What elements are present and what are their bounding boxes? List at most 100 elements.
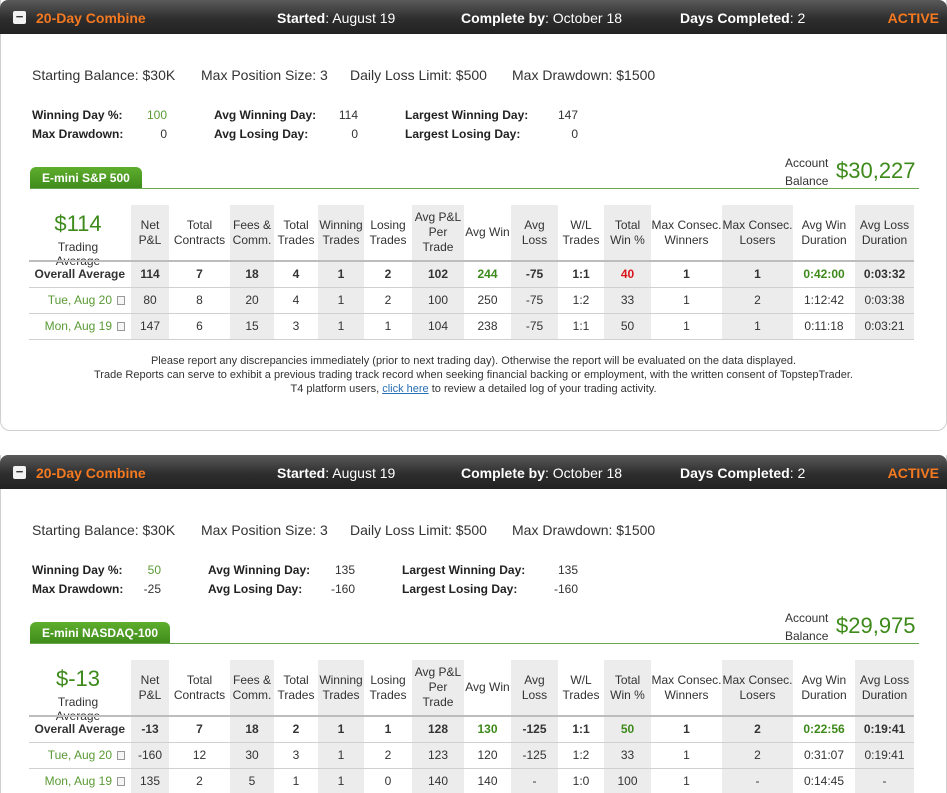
avg-losing-day-value: 0 [351, 127, 358, 141]
daily-loss-limit: Daily Loss Limit: $500 [350, 522, 487, 538]
combine-title: 20-Day Combine [36, 10, 146, 26]
table-cell: 3 [274, 312, 318, 340]
col-header: Max Consec. Losers [722, 660, 793, 716]
table-cell: 4 [274, 286, 318, 313]
largest-winning-day-value: 147 [557, 108, 578, 122]
table-cell: 1 [651, 286, 722, 313]
day-link[interactable]: Mon, Aug 19 [29, 767, 131, 793]
collapse-toggle-icon[interactable]: − [13, 10, 26, 24]
day-row[interactable]: Tue, Aug 20 80 8 20 4 1 2 100 250 -75 1:… [29, 286, 914, 313]
winning-day-pct-value: 100 [146, 108, 167, 122]
table-cell: 2 [364, 286, 412, 313]
day-link[interactable]: Tue, Aug 20 [29, 286, 131, 313]
max-position-size: Max Position Size: 3 [201, 67, 328, 83]
table-cell: 1 [318, 741, 364, 768]
largest-losing-day-label: Largest Losing Day: [402, 582, 518, 596]
table-cell: 128 [412, 715, 464, 742]
table-cell: 0:42:00 [793, 260, 855, 287]
note-icon[interactable] [117, 751, 125, 760]
table-cell: 8 [169, 286, 230, 313]
disclaimer-line: T4 platform users, click here to review … [290, 383, 657, 395]
col-header: Fees & Comm. [230, 205, 274, 261]
avg-losing-day-label: Avg Losing Day: [208, 582, 303, 596]
table-header-row: Net P&L Total Contracts Fees & Comm. Tot… [29, 660, 914, 716]
table-cell: -75 [511, 286, 558, 313]
table-cell: 18 [230, 260, 274, 287]
table-cell: 1 [651, 741, 722, 768]
table-cell: - [722, 767, 793, 793]
col-header: Total Trades [277, 217, 315, 247]
largest-winning-day-value: 135 [557, 563, 578, 577]
disclaimer: Please report any discrepancies immediat… [0, 354, 947, 396]
table-cell: 100 [412, 286, 464, 313]
largest-losing-day-value: -160 [553, 582, 578, 596]
avg-losing-day-value: -160 [330, 582, 355, 596]
account-balance-label: Account Balance [785, 156, 829, 188]
trade-log-link[interactable]: click here [382, 383, 428, 395]
day-link[interactable]: Tue, Aug 20 [29, 741, 131, 768]
col-header: Net P&L [131, 205, 169, 261]
col-header: Net P&L [131, 660, 169, 716]
col-header: Fees & Comm. [230, 660, 274, 716]
overall-average-row: Overall Average -13 7 18 2 1 1 128 130 -… [29, 715, 914, 742]
complete-by-info: Complete by: October 18 [461, 465, 623, 481]
col-header: W/L Trades [562, 217, 600, 247]
col-header: Max Consec. Winners [651, 217, 722, 247]
table-cell: 20 [230, 286, 274, 313]
starting-balance: Starting Balance: $30K [32, 67, 176, 83]
product-tab[interactable]: E-mini NASDAQ-100 [30, 622, 171, 644]
avg-winning-day-value: 135 [334, 563, 355, 577]
table-cell: 0:11:18 [793, 312, 855, 340]
col-header: Losing Trades [369, 672, 407, 702]
started-info: Started: August 19 [277, 465, 396, 481]
day-row[interactable]: Mon, Aug 19 147 6 15 3 1 1 104 238 -75 1… [29, 312, 914, 340]
days-completed-info: Days Completed: 2 [680, 465, 806, 481]
table-cell: 1:0 [558, 767, 604, 793]
table-cell: 2 [364, 260, 412, 287]
combine-header-1: − 20-Day Combine Started: August 19 Comp… [0, 0, 947, 34]
col-header: Avg Win Duration [801, 672, 847, 702]
largest-winning-day-label: Largest Winning Day: [405, 108, 529, 122]
table-cell: -75 [511, 260, 558, 287]
daily-loss-limit: Daily Loss Limit: $500 [350, 67, 487, 83]
col-header: Max Consec. Winners [651, 672, 722, 702]
table-cell: 2 [364, 741, 412, 768]
table-cell: 100 [604, 767, 651, 793]
note-icon[interactable] [117, 777, 125, 786]
days-completed-info: Days Completed: 2 [680, 10, 806, 26]
table-cell: 1 [318, 715, 364, 742]
day-row[interactable]: Mon, Aug 19 135 2 5 1 1 0 140 140 - 1:0 … [29, 767, 914, 793]
table-cell: -125 [511, 741, 558, 768]
collapse-toggle-icon[interactable]: − [13, 465, 26, 479]
day-row[interactable]: Tue, Aug 20 -160 12 30 3 1 2 123 120 -12… [29, 741, 914, 768]
avg-losing-day-label: Avg Losing Day: [214, 127, 309, 141]
col-header: Avg P&L Per Trade [412, 205, 464, 261]
largest-losing-day-label: Largest Losing Day: [405, 127, 521, 141]
table-cell: 0:03:38 [855, 286, 914, 313]
avg-winning-day-value: 114 [338, 108, 358, 122]
largest-winning-day-label: Largest Winning Day: [402, 563, 526, 577]
day-link[interactable]: Mon, Aug 19 [29, 312, 131, 340]
table-cell: 7 [169, 260, 230, 287]
table-cell: 1 [722, 312, 793, 340]
product-tab[interactable]: E-mini S&P 500 [30, 167, 142, 189]
table-cell: 1 [364, 715, 412, 742]
table-cell: 147 [131, 312, 169, 340]
col-header: Avg Win [465, 680, 510, 694]
table-cell: 130 [464, 715, 511, 742]
complete-by-info: Complete by: October 18 [461, 10, 623, 26]
table-cell: 1:12:42 [793, 286, 855, 313]
note-icon[interactable] [117, 296, 125, 305]
table-cell: 250 [464, 286, 511, 313]
stats-table: Net P&L Total Contracts Fees & Comm. Tot… [29, 205, 914, 340]
note-icon[interactable] [117, 322, 125, 331]
row-label: Overall Average [29, 715, 131, 742]
table-cell: 1:2 [558, 741, 604, 768]
table-cell: -13 [131, 715, 169, 742]
table-cell: 15 [230, 312, 274, 340]
table-cell: 1 [651, 767, 722, 793]
col-header: Max Consec. Losers [722, 205, 793, 261]
table-cell: 0 [364, 767, 412, 793]
col-header: W/L Trades [562, 672, 600, 702]
table-cell: 1 [364, 312, 412, 340]
